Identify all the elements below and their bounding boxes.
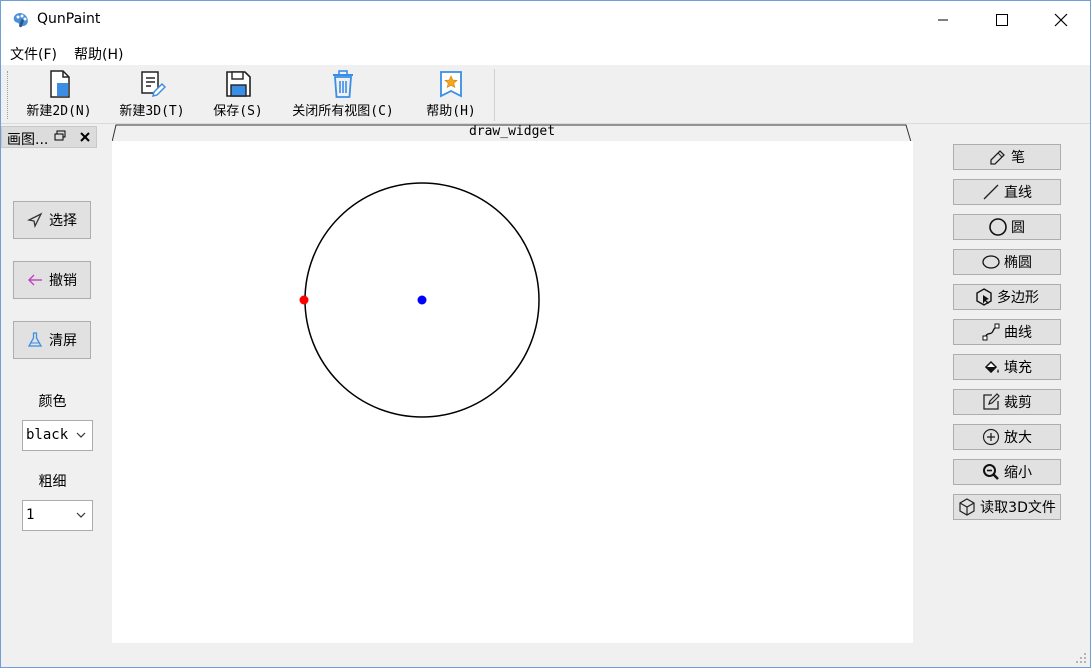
zoom-out-label: 缩小 — [1004, 465, 1032, 481]
save-disk-icon — [226, 71, 251, 97]
toolbar: 新建2D(N) 新建3D(T) 保存(S) 关闭所有视图(C) 帮助(H) — [1, 65, 1090, 124]
drawing-canvas[interactable] — [112, 141, 913, 643]
zoom-in-button[interactable]: 放大 — [953, 424, 1061, 450]
line-label: 直线 — [1004, 185, 1032, 201]
circle-icon — [989, 218, 1007, 236]
new-edit-document-icon — [141, 71, 166, 98]
color-value: black — [26, 427, 69, 443]
zoom-in-icon — [982, 428, 1000, 446]
fill-tool-button[interactable]: 填充 — [953, 354, 1061, 380]
read-3d-file-button[interactable]: 读取3D文件 — [953, 494, 1061, 520]
line-tool-button[interactable]: 直线 — [953, 179, 1061, 205]
polygon-tool-button[interactable]: 多边形 — [953, 284, 1061, 310]
zoom-out-button[interactable]: 缩小 — [953, 459, 1061, 485]
maximize-icon — [996, 14, 1008, 26]
float-icon[interactable] — [54, 130, 66, 142]
save-button[interactable]: 保存(S) — [210, 69, 266, 121]
menu-bar: 文件(F) 帮助(H) — [1, 39, 1090, 65]
undo-label: 撤销 — [49, 273, 77, 289]
close-all-views-button[interactable]: 关闭所有视图(C) — [286, 69, 400, 121]
chevron-down-icon — [76, 432, 86, 438]
color-select[interactable]: black — [22, 420, 93, 451]
center-point — [417, 295, 427, 305]
edit-box-icon — [983, 393, 1000, 410]
new-2d-label: 新建2D(N) — [26, 104, 92, 119]
line-icon — [983, 184, 999, 200]
cursor-arrow-icon — [27, 212, 43, 228]
help-label: 帮助(H) — [426, 104, 476, 119]
crop-label: 裁剪 — [1004, 395, 1032, 411]
clear-label: 清屏 — [49, 333, 77, 349]
color-label: 颜色 — [38, 394, 67, 410]
dock-title: 画图... — [7, 132, 49, 148]
dock-close-icon[interactable] — [79, 131, 91, 143]
new-2d-button[interactable]: 新建2D(N) — [23, 69, 95, 121]
close-all-views-label: 关闭所有视图(C) — [292, 104, 394, 119]
circle-label: 圆 — [1011, 220, 1025, 236]
title-bar: QunPaint — [1, 1, 1090, 39]
canvas-tab-title: draw_widget — [468, 124, 556, 139]
paint-palette-icon — [13, 13, 28, 28]
ellipse-icon — [982, 255, 1000, 269]
pen-tool-button[interactable]: 笔 — [953, 144, 1061, 170]
curve-tool-button[interactable]: 曲线 — [953, 319, 1061, 345]
undo-button[interactable]: 撤销 — [13, 261, 91, 299]
app-window: QunPaint 文件(F) 帮助(H) 新建2D(N) 新建3D(T) 保存(… — [0, 0, 1091, 668]
crop-tool-button[interactable]: 裁剪 — [953, 389, 1061, 415]
polygon-icon — [976, 288, 992, 306]
select-label: 选择 — [49, 213, 77, 229]
minimize-button[interactable] — [920, 1, 966, 39]
chevron-down-icon — [76, 512, 86, 518]
menu-help[interactable]: 帮助(H) — [74, 44, 123, 64]
dock-title-bar[interactable]: 画图... — [1, 126, 97, 148]
back-arrow-icon — [28, 274, 42, 286]
menu-file[interactable]: 文件(F) — [10, 44, 57, 64]
paint-bucket-icon — [985, 361, 999, 373]
ellipse-label: 椭圆 — [1004, 255, 1032, 271]
thickness-select[interactable]: 1 — [22, 500, 93, 531]
new-3d-button[interactable]: 新建3D(T) — [115, 69, 189, 121]
flask-icon — [27, 332, 43, 347]
toolbar-grip[interactable] — [7, 71, 10, 119]
new-document-icon — [50, 70, 70, 98]
new-3d-label: 新建3D(T) — [119, 104, 185, 119]
help-button[interactable]: 帮助(H) — [422, 69, 480, 121]
curve-label: 曲线 — [1004, 325, 1032, 341]
fill-label: 填充 — [1004, 360, 1032, 376]
maximize-button[interactable] — [979, 1, 1025, 39]
edge-point — [299, 295, 309, 305]
minimize-icon — [938, 19, 948, 21]
close-icon — [1054, 13, 1068, 27]
thickness-label: 粗细 — [38, 474, 67, 490]
zoom-in-label: 放大 — [1004, 430, 1032, 446]
select-button[interactable]: 选择 — [13, 201, 91, 239]
trash-icon — [333, 70, 353, 98]
canvas-drawing — [299, 182, 540, 418]
zoom-out-icon — [983, 464, 999, 480]
pencil-icon — [990, 150, 1005, 165]
read-3d-file-label: 读取3D文件 — [980, 500, 1056, 516]
pen-label: 笔 — [1011, 150, 1025, 166]
thickness-value: 1 — [26, 507, 35, 523]
circle-tool-button[interactable]: 圆 — [953, 214, 1061, 240]
curve-icon — [982, 323, 1000, 341]
save-label: 保存(S) — [213, 104, 263, 119]
cube-icon — [959, 498, 975, 516]
resize-grip-icon[interactable] — [1075, 652, 1087, 664]
canvas-tab[interactable]: draw_widget — [112, 123, 912, 143]
ellipse-tool-button[interactable]: 椭圆 — [953, 249, 1061, 275]
clear-button[interactable]: 清屏 — [13, 321, 91, 359]
polygon-label: 多边形 — [997, 290, 1039, 306]
toolbar-separator — [494, 69, 495, 121]
window-title: QunPaint — [37, 11, 101, 27]
help-star-icon — [440, 71, 462, 98]
close-window-button[interactable] — [1038, 1, 1084, 39]
